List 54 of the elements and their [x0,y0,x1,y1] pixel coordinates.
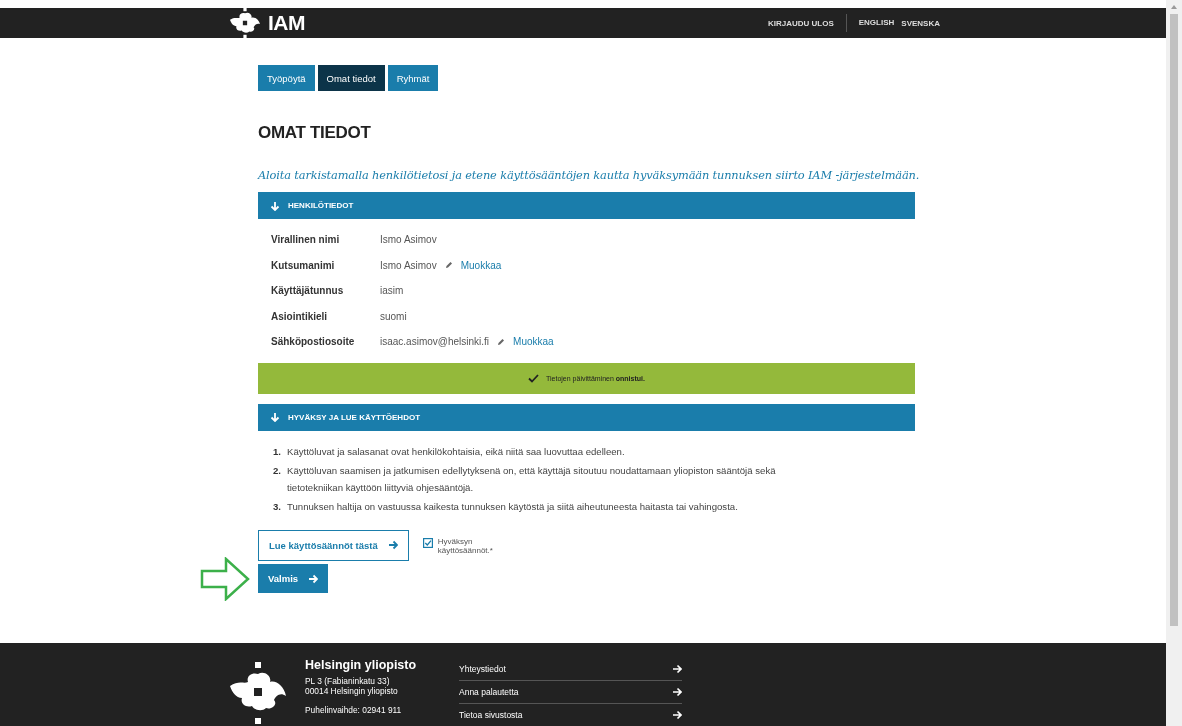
footer-link[interactable]: Yhteystiedot [459,657,682,681]
header-link[interactable]: SVENSKA [901,18,940,28]
arrow-down-icon [270,412,280,422]
checkmark-icon [528,373,539,383]
field-value: suomi [380,310,407,322]
arrow-right-icon [672,686,682,697]
header-link[interactable]: KIRJAUDU ULOS [767,18,834,28]
logo-text[interactable]: IAM [268,11,305,35]
edit-link[interactable]: Muokkaa [460,259,502,271]
section-title: HYVÄKSY JA LUE KÄYTTÖEHDOT [288,412,420,422]
arrow-right-icon [387,540,398,550]
field-value: Ismo Asimov [380,234,437,246]
arrow-right-icon [200,556,250,601]
arrow-down-icon [270,200,280,211]
field-value: isaac.asimov@helsinki.fi [380,336,490,348]
pencil-icon [444,261,453,270]
field-label: Sähköpostiosoite [271,336,356,348]
terms-text: Käyttöluvat ja salasanat ovat henkilökohtaisia, eikä niitä saa luovuttaa edelleen. [287,444,626,459]
header-link[interactable]: ENGLISH [845,14,895,32]
scrollbar[interactable] [1166,0,1182,726]
arrow-right-icon [672,709,682,720]
section-header[interactable]: HENKILÖTIEDOT [258,192,915,219]
nav-tab[interactable]: Työpöytä [258,65,315,91]
list-number: 2. [273,463,282,478]
field-value: iasim [380,285,404,297]
section-header[interactable]: HYVÄKSY JA LUE KÄYTTÖEHDOT [258,403,915,431]
checkbox[interactable] [422,537,433,548]
arrow-right-icon [308,573,319,584]
page-title: OMAT TIEDOT [258,123,372,143]
university-name: Helsingin yliopisto [305,657,418,672]
address-line: 00014 Helsingin yliopisto [305,685,399,696]
checkbox-label: Hyväksyn käyttösäännöt.* [437,536,494,555]
field-label: Käyttäjätunnus [271,285,345,297]
field-label: Virallinen nimi [271,234,341,246]
nav-tab[interactable]: Ryhmät [387,65,439,91]
terms-text: Tunnuksen haltija on vastuussa kaikesta tunnuksen käytöstä ja siitä aiheutuneesta haitasta tai vahingosta. [287,499,739,514]
scrollbar-thumb[interactable] [1170,14,1178,626]
done-button[interactable]: Valmis [258,564,329,593]
field-label: Asiointikieli [271,310,329,322]
footer-link[interactable]: Anna palautetta [459,680,682,704]
field-label: Kutsumanimi [271,259,336,271]
nav-tab[interactable]: Omat tiedot [317,65,385,91]
edit-link[interactable]: Muokkaa [513,336,554,348]
arrow-right-icon [672,663,682,674]
section-title: HENKILÖTIEDOT [288,201,354,210]
terms-text: Käyttöluvan saamisen ja jatkumisen edellytyksenä on, että käyttäjä sitoutuu noudattamaan yliopiston sääntöjä sekä tietotekniikan käyttöön liittyviä ohjesääntöjä. [287,463,777,495]
list-number: 3. [273,499,282,514]
pencil-icon [497,337,506,346]
read-rules-button[interactable]: Lue käyttösäännöt tästä [258,529,409,561]
footer-link[interactable]: Tietoa sivustosta [459,703,682,726]
phone-number: Puhelinvaihde: 02941 911 [305,704,403,715]
list-number: 1. [273,444,282,459]
field-value: Ismo Asimov [380,259,437,271]
address-line: PL 3 (Fabianinkatu 33) [305,675,391,686]
